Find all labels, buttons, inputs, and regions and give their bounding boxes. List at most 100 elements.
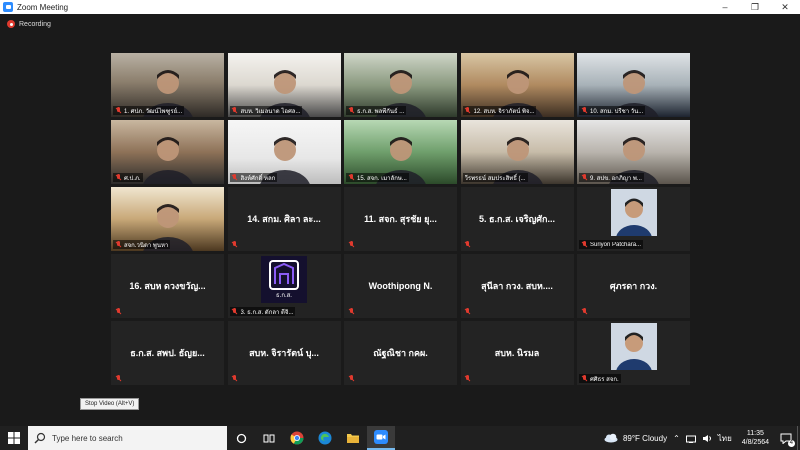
muted-mic-icon: [115, 241, 121, 248]
windows-taskbar: Type here to search 89°F Cloudy ⌃ ไทย 11…: [0, 426, 800, 450]
participant-tile[interactable]: 11. สจก. สุรชัย ยุ...: [344, 187, 457, 251]
muted-mic-icon: [115, 107, 121, 114]
participant-label: 9. สปข. อกภิญา พ...: [590, 175, 642, 182]
chrome-icon: [290, 431, 304, 445]
participant-footer: 12. สบห. จิราภัตน์ พิจ...: [462, 106, 537, 115]
muted-mic-icon: [348, 174, 354, 181]
maximize-icon[interactable]: ❐: [740, 0, 770, 14]
network-icon[interactable]: [685, 434, 697, 443]
participant-footer: สิงห์ศักดิ์ หลก: [229, 173, 278, 182]
participant-name: 14. สกม. ศิลา ละ...: [247, 214, 321, 224]
zoom-app-icon: [3, 2, 13, 12]
zoom-meeting-window: Zoom Meeting – ❐ ✕ Recording 1. ศปภ. วัฒ…: [0, 0, 800, 426]
close-icon[interactable]: ✕: [770, 0, 800, 14]
participant-footer: 1. ศปภ. วัฒน์ไพฑูรย์...: [113, 106, 185, 115]
cortana-button[interactable]: [227, 426, 255, 450]
participant-tile[interactable]: 12. สบห. จิราภัตน์ พิจ...: [460, 53, 574, 117]
participant-footer: ธ.ก.ส. พลพีกันธ์ ...: [346, 106, 407, 115]
weather-label[interactable]: 89°F Cloudy: [623, 434, 667, 443]
participant-footer: [113, 307, 126, 316]
input-language[interactable]: ไทย: [718, 432, 732, 445]
muted-mic-icon: [348, 107, 354, 114]
participant-tile[interactable]: สุนีลา กวง. สบห....: [460, 254, 574, 318]
participant-label: 15. สจก. เมาลักษ...: [357, 175, 407, 182]
windows-start-button[interactable]: [0, 426, 28, 450]
baac-logo: ธ.ก.ส.: [261, 256, 307, 303]
participant-tile[interactable]: สิงห์ศักดิ์ หลก: [227, 120, 341, 184]
clock[interactable]: 11:35 4/8/2564: [742, 429, 769, 447]
minimize-icon[interactable]: –: [710, 0, 740, 14]
participant-tile[interactable]: 15. สจก. เมาลักษ...: [344, 120, 457, 184]
participant-name: สุนีลา กวง. สบห....: [481, 281, 553, 291]
participant-tile[interactable]: 10. สกม. ปรีชา วัน...: [577, 53, 690, 117]
zoom-taskbar-button[interactable]: [367, 426, 395, 450]
participant-label: สิงห์ศักดิ์ หลก: [240, 175, 276, 182]
clock-time: 11:35: [746, 430, 764, 437]
action-center-button[interactable]: 4: [775, 426, 797, 450]
participant-name: สบห. นิรมล: [494, 348, 540, 358]
participant-footer: [230, 240, 243, 249]
participant-label: ศ.ป.ภ.: [124, 175, 141, 182]
participant-footer: [346, 307, 359, 316]
participant-name: ธ.ก.ส. สพป. ธัญย...: [130, 348, 205, 358]
recording-indicator[interactable]: Recording: [7, 20, 51, 28]
participant-tile[interactable]: วีรพรธน์ สมประสิทธิ์ (...: [460, 120, 574, 184]
participant-name: Woothipong N.: [368, 281, 433, 291]
participant-footer: 3. ธ.ก.ส. ดักลา ดีจิ...: [229, 307, 296, 316]
participant-label: Suriyon Patchara...: [590, 241, 642, 248]
muted-mic-icon: [115, 308, 121, 315]
participant-label: วีรพรธน์ สมประสิทธิ์ (...: [464, 175, 526, 182]
taskbar-search-box[interactable]: Type here to search: [28, 426, 227, 450]
cloudy-weather-icon: [604, 433, 618, 443]
participant-tile[interactable]: ณัฐณิชา กคผ.: [344, 321, 457, 385]
file-explorer-taskbar-button[interactable]: [339, 426, 367, 450]
participant-tile[interactable]: 16. สบห ดวงขวัญ...: [111, 254, 224, 318]
participant-footer: ศ.ป.ภ.: [113, 173, 143, 182]
participant-tile[interactable]: 1. ศปภ. วัฒน์ไพฑูรย์...: [111, 53, 224, 117]
muted-mic-icon: [232, 308, 238, 315]
participant-tile[interactable]: สจก.วนิดา พูนหา: [111, 187, 224, 251]
task-view-icon: [263, 434, 275, 442]
participant-tile[interactable]: สบห. นิรมล: [460, 321, 574, 385]
participant-footer: สจก.วนิดา พูนหา: [113, 240, 171, 249]
participant-tile[interactable]: ธ.ก.ส. สพป. ธัญย...: [111, 321, 224, 385]
title-bar: Zoom Meeting – ❐ ✕: [0, 0, 800, 14]
search-icon: [34, 432, 46, 444]
muted-mic-icon: [348, 308, 354, 315]
participant-tile[interactable]: 9. สปข. อกภิญา พ...: [577, 120, 690, 184]
participant-label: 12. สบห. จิราภัตน์ พิจ...: [473, 108, 535, 115]
speaker-icon[interactable]: [702, 434, 713, 443]
participant-tile[interactable]: Woothipong N.: [344, 254, 457, 318]
tray-chevron-up-icon[interactable]: ⌃: [673, 434, 680, 443]
participant-name: 11. สจก. สุรชัย ยุ...: [364, 214, 437, 224]
participant-name: 16. สบห ดวงขวัญ...: [129, 281, 206, 291]
participant-footer: [463, 307, 476, 316]
chrome-taskbar-button[interactable]: [283, 426, 311, 450]
muted-mic-icon: [581, 107, 587, 114]
participant-tile[interactable]: Suriyon Patchara...: [577, 187, 690, 251]
participant-tile[interactable]: ศศิธร สจก.: [577, 321, 690, 385]
participant-label: ธ.ก.ส. พลพีกันธ์ ...: [357, 108, 405, 115]
muted-mic-icon: [232, 174, 238, 181]
stop-video-tooltip: Stop Video (Alt+V): [80, 398, 140, 410]
participant-tile[interactable]: สบห. จิรารัตน์ บุ...: [227, 321, 341, 385]
muted-mic-icon: [581, 241, 587, 248]
participant-label: สบห. วิเมลนาด ไอศล...: [240, 108, 301, 115]
participant-tile[interactable]: สบห. วิเมลนาด ไอศล...: [227, 53, 341, 117]
muted-mic-icon: [581, 308, 587, 315]
record-icon: [7, 20, 15, 28]
participant-footer: สบห. วิเมลนาด ไอศล...: [229, 106, 303, 115]
participant-tile[interactable]: ธ.ก.ส. 3. ธ.ก.ส. ดักลา ดีจิ...: [227, 254, 341, 318]
muted-mic-icon: [232, 107, 238, 114]
muted-mic-icon: [465, 375, 471, 382]
participant-tile[interactable]: ธ.ก.ส. พลพีกันธ์ ...: [344, 53, 457, 117]
edge-taskbar-button[interactable]: [311, 426, 339, 450]
participant-tile[interactable]: 5. ธ.ก.ส. เจริญศัก...: [460, 187, 574, 251]
cortana-icon: [236, 433, 246, 443]
participant-tile[interactable]: ศ.ป.ภ.: [111, 120, 224, 184]
search-placeholder: Type here to search: [52, 433, 123, 443]
task-view-button[interactable]: [255, 426, 283, 450]
participant-tile[interactable]: ศุภรดา กวง.: [577, 254, 690, 318]
participant-tile[interactable]: 14. สกม. ศิลา ละ...: [227, 187, 341, 251]
participant-name: 5. ธ.ก.ส. เจริญศัก...: [479, 214, 555, 224]
